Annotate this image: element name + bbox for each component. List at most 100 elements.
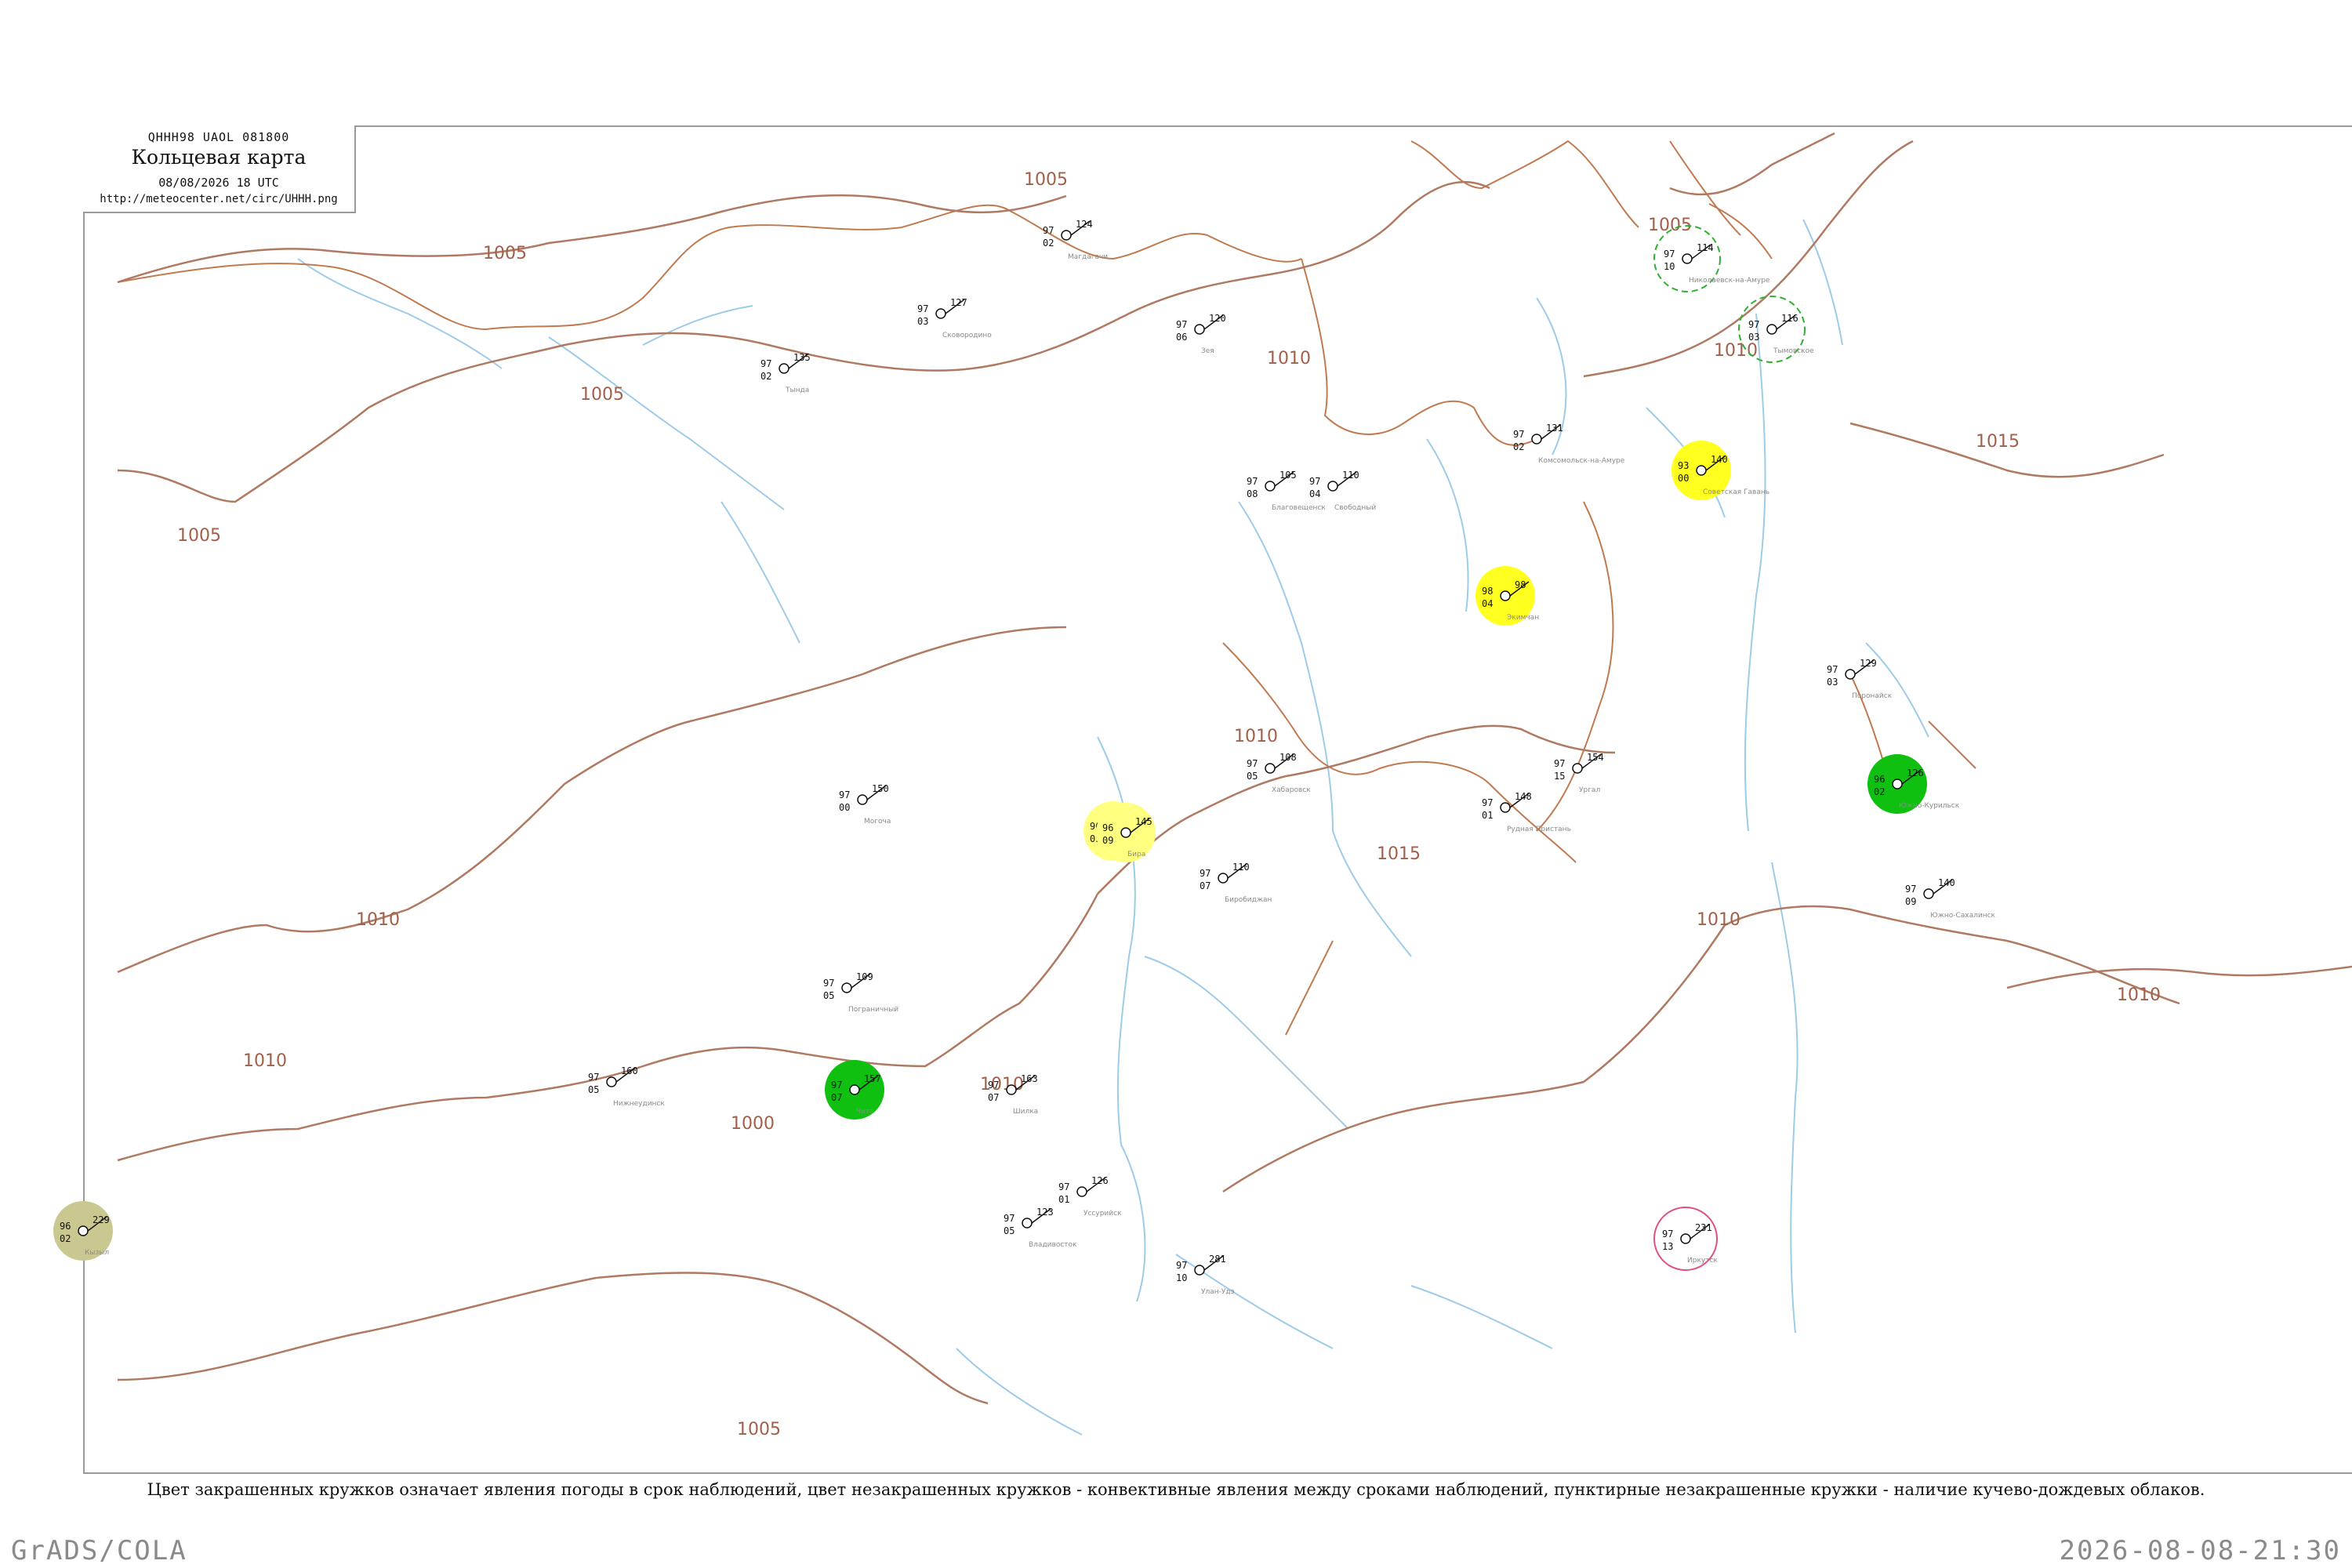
isobar-label: 1010	[1697, 910, 1740, 930]
station-plot: 120 97 06 Зея	[1176, 313, 1226, 355]
station-circle	[1218, 873, 1229, 884]
station-pressure: 126	[1907, 768, 1924, 779]
station-plot: 148 97 01 Рудная Пристань	[1482, 791, 1571, 833]
station-circle	[1120, 827, 1131, 838]
station-name: Экимчан	[1507, 614, 1539, 622]
station-pressure: 126	[1091, 1175, 1109, 1186]
station-dewpoint: 05	[1004, 1225, 1014, 1236]
station-name: Южно-Сахалинск	[1930, 912, 1996, 920]
station-pressure: 154	[1587, 752, 1604, 763]
station-circle	[1327, 481, 1338, 492]
station-name: Благовещенск	[1272, 504, 1326, 512]
station-circle	[1696, 465, 1707, 476]
station-circle	[849, 1084, 860, 1095]
station-pressure: 108	[1279, 752, 1297, 763]
station-name: Магдагачи	[1068, 253, 1108, 261]
station-pressure: 127	[950, 297, 967, 308]
station-circle	[1061, 230, 1072, 241]
station-plot: 110 9707 Биробиджан	[1200, 862, 1272, 904]
station-name: Поронайск	[1852, 692, 1893, 700]
station-dewpoint: 07	[831, 1092, 842, 1103]
station-temperature: 97	[1905, 884, 1916, 895]
station-dewpoint: 02	[1513, 441, 1524, 452]
station-pressure: 131	[1546, 423, 1563, 434]
station-name: Тымовское	[1773, 347, 1814, 355]
station-pressure: 157	[864, 1073, 881, 1084]
station-pressure: 231	[1695, 1222, 1712, 1233]
station-pressure: 281	[1209, 1254, 1226, 1265]
station-name: Свободный	[1334, 504, 1376, 512]
station-plot: 140 93 00 Советская Гавань	[1671, 441, 1769, 500]
station-dewpoint: 04	[1482, 598, 1493, 609]
station-temperature: 97	[1247, 476, 1258, 487]
station-dewpoint: 08	[1247, 488, 1258, 499]
station-dewpoint: 02	[1043, 238, 1054, 249]
station-temperature: 97	[917, 303, 928, 314]
station-name: Кызыл	[85, 1249, 109, 1257]
isobars	[117, 132, 2352, 1405]
station-plot: 140 9709 Южно-Сахалинск	[1905, 877, 1996, 920]
map-caption: Цвет закрашенных кружков означает явлени…	[147, 1480, 2205, 1499]
station-plot: 281 9710 Улан-Удэ	[1176, 1254, 1235, 1296]
station-dewpoint: 03	[1748, 332, 1759, 343]
isobar-label: 1010	[1267, 349, 1311, 368]
station-layer: 154 97 15 Ургал 114 97 10 Николаевск-на-Амуре 12…	[53, 219, 1996, 1296]
station-dewpoint: 10	[1176, 1272, 1187, 1283]
station-temperature: 97	[1748, 319, 1759, 330]
station-circle	[1022, 1218, 1033, 1229]
station-plot: 135 97 02 Тында	[760, 352, 811, 394]
station-dewpoint: 06	[1176, 332, 1187, 343]
station-plot: 145 96 09 Бира	[1096, 803, 1156, 862]
station-temperature: 96	[60, 1221, 71, 1232]
station-plot: 131 9702 Комсомольск-на-Амуре	[1513, 423, 1625, 465]
station-temperature: 97	[839, 789, 850, 800]
station-temperature: 97	[1004, 1213, 1014, 1224]
station-circle	[606, 1076, 617, 1087]
isobar-label: 1005	[580, 385, 624, 405]
station-name: Биробиджан	[1225, 896, 1272, 904]
station-circle	[1531, 434, 1542, 445]
station-temperature: 98	[1482, 586, 1493, 597]
station-dewpoint: 05	[823, 990, 834, 1001]
station-name: Шилка	[1013, 1108, 1038, 1116]
station-name: Рудная Пристань	[1507, 826, 1571, 833]
station-plot: 126 9602 Южно-Курильск	[1867, 754, 1960, 814]
isobar-label: 1005	[177, 526, 221, 546]
station-circle	[78, 1225, 89, 1236]
synoptic-map: 1005 1005 1005 1005 1005 1005 1010 1010 …	[53, 132, 2352, 1439]
station-temperature: 97	[1662, 1229, 1673, 1240]
station-name: Комсомольск-на-Амуре	[1538, 457, 1625, 465]
station-pressure: 229	[93, 1214, 110, 1225]
station-name: Южно-Курильск	[1899, 802, 1960, 810]
station-name: Советская Гавань	[1703, 488, 1769, 496]
isobar-label: 1010	[243, 1051, 287, 1071]
station-circle	[1076, 1186, 1087, 1197]
station-pressure: 98	[1515, 579, 1526, 590]
station-temperature: 97	[1043, 225, 1054, 236]
station-dewpoint: 10	[1664, 261, 1675, 272]
station-name: Нижнеудинск	[613, 1100, 665, 1108]
station-circle	[779, 363, 789, 374]
station-temperature: 97	[831, 1080, 842, 1091]
station-temperature: 96	[1102, 822, 1113, 833]
station-temperature: 97	[823, 978, 834, 989]
isobar-label: 1010	[2117, 985, 2161, 1005]
station-name: Могоча	[864, 818, 891, 826]
isobar-labels: 1005 1005 1005 1005 1005 1005 1010 1010 …	[177, 170, 2161, 1439]
station-pressure: 160	[621, 1065, 638, 1076]
station-temperature: 97	[988, 1080, 999, 1091]
station-name: Николаевск-на-Амуре	[1689, 277, 1770, 285]
station-circle	[857, 794, 868, 805]
isobar-label: 1000	[731, 1114, 775, 1134]
station-pressure: 124	[1076, 219, 1093, 230]
station-name: Бира	[1127, 851, 1145, 858]
station-pressure: 120	[1209, 313, 1226, 324]
station-dewpoint: 13	[1662, 1241, 1673, 1252]
station-name: Чита	[856, 1108, 874, 1116]
station-pressure: 148	[1515, 791, 1532, 802]
station-dewpoint: 02	[60, 1233, 71, 1244]
station-pressure: 123	[1036, 1207, 1054, 1218]
isobar-label: 1010	[356, 910, 400, 930]
station-plot: 989804Экимчан	[1475, 566, 1539, 626]
station-circle	[1923, 888, 1934, 899]
